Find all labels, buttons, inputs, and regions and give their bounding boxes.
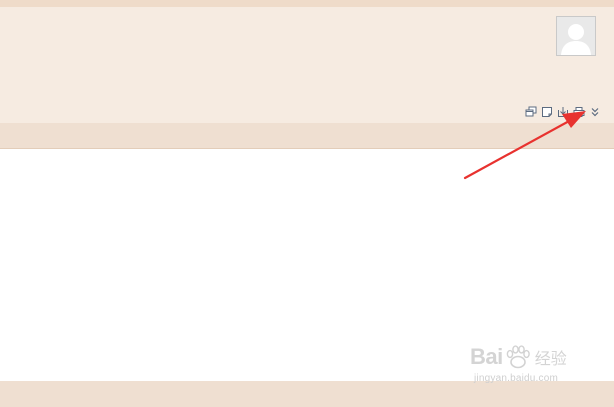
more-button[interactable] xyxy=(588,106,601,119)
note-icon xyxy=(541,107,552,117)
paw-icon xyxy=(506,345,530,369)
page: Bai 经验 jingyan.baidu.com xyxy=(0,0,614,407)
note-button[interactable] xyxy=(540,106,553,119)
print-icon xyxy=(573,107,584,117)
restore-window-button[interactable] xyxy=(524,106,537,119)
default-user-avatar-icon xyxy=(557,17,595,55)
watermark-brand: Bai xyxy=(470,344,503,369)
download-button[interactable] xyxy=(556,106,569,119)
header xyxy=(0,7,614,123)
avatar[interactable] xyxy=(556,16,596,56)
top-strip xyxy=(0,0,614,7)
watermark-url: jingyan.baidu.com xyxy=(474,373,559,384)
restore-window-icon xyxy=(525,106,536,117)
double-chevron-down-icon xyxy=(591,108,598,117)
toolbar xyxy=(524,104,601,120)
print-button[interactable] xyxy=(572,106,585,119)
watermark-brand-suffix: 经验 xyxy=(534,351,567,368)
watermark: Bai 经验 jingyan.baidu.com xyxy=(470,344,580,392)
sub-toolbar-bar xyxy=(0,123,614,149)
download-icon xyxy=(557,107,568,117)
